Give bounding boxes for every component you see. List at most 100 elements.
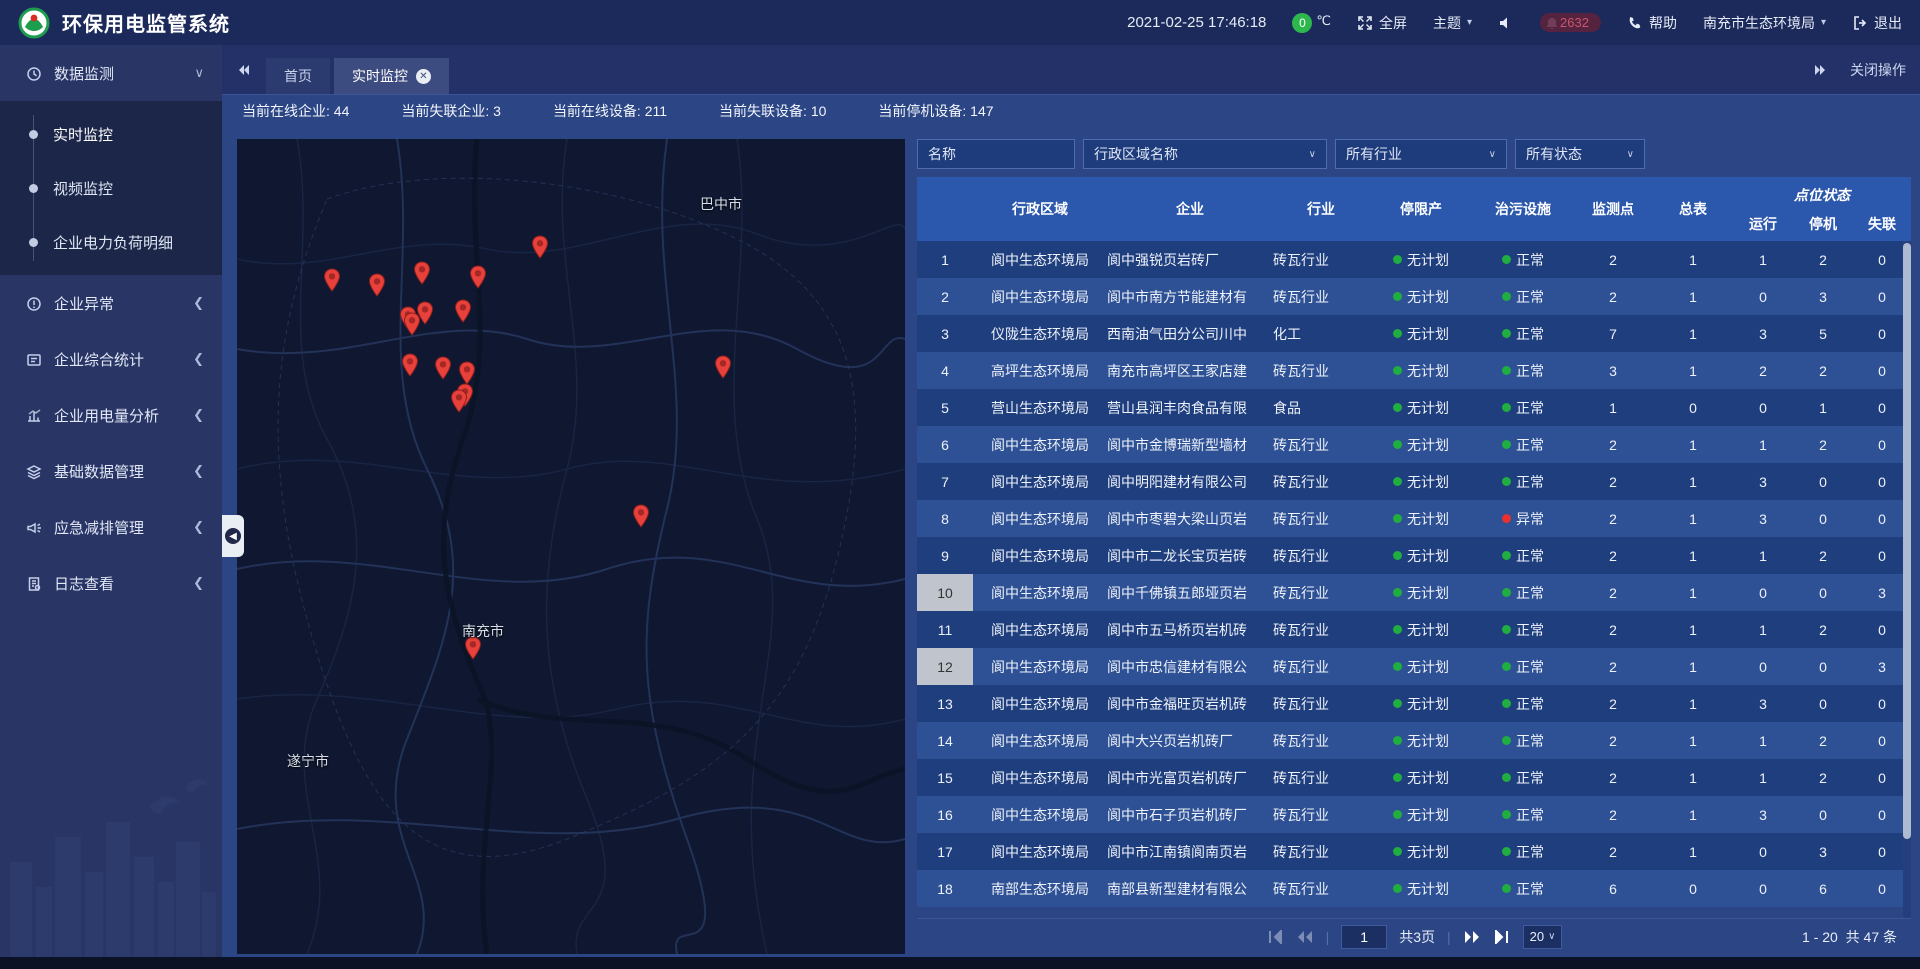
table-row[interactable]: 16阆中生态环境局阆中市石子页岩机砖厂砖瓦行业无计划正常21300 [917,796,1911,833]
table-row[interactable]: 18南部生态环境局南部县新型建材有限公砖瓦行业无计划正常60060 [917,870,1911,907]
tab-close-icon[interactable]: ✕ [416,69,431,84]
row-enterprise-cell[interactable]: 阆中强锐页岩砖厂 [1107,250,1273,270]
close-operations-button[interactable]: 关闭操作 [1850,60,1906,80]
table-row[interactable]: 9阆中生态环境局阆中市二龙长宝页岩砖砖瓦行业无计划正常21120 [917,537,1911,574]
row-enterprise-cell[interactable]: 营山县润丰肉食品有限 [1107,398,1273,418]
row-enterprise-cell[interactable]: 阆中市忠信建材有限公 [1107,657,1273,677]
table-header: 行政区域企业行业停限产治污设施监测点总表点位状态运行停机失联 [917,177,1911,241]
row-region-cell: 阆中生态环境局 [973,731,1107,751]
sidebar-item-企业电力负荷明细[interactable]: 企业电力负荷明细 [0,215,222,269]
map-pin-icon[interactable] [531,235,549,259]
table-row[interactable]: 13阆中生态环境局阆中市金福旺页岩机砖砖瓦行业无计划正常21300 [917,685,1911,722]
region-filter-select[interactable]: 行政区域名称∨ [1083,139,1327,169]
table-row[interactable]: 1阆中生态环境局阆中强锐页岩砖厂砖瓦行业无计划正常21120 [917,241,1911,278]
map-pin-icon[interactable] [454,299,472,323]
row-enterprise-cell[interactable]: 阆中大兴页岩机砖厂 [1107,731,1273,751]
row-region-cell: 阆中生态环境局 [973,250,1107,270]
col-header-停机: 停机 [1793,207,1853,241]
table-row[interactable]: 15阆中生态环境局阆中市光富页岩机砖厂砖瓦行业无计划正常21120 [917,759,1911,796]
mute-button[interactable] [1498,15,1514,31]
fullscreen-button[interactable]: 全屏 [1357,13,1407,33]
map-pin-icon[interactable] [413,261,431,285]
row-index-cell: 1 [917,241,973,278]
table-row[interactable]: 12阆中生态环境局阆中市忠信建材有限公砖瓦行业无计划正常21003 [917,648,1911,685]
tab-label: 首页 [284,66,312,86]
page-number-input[interactable] [1341,925,1387,949]
table-row[interactable]: 2阆中生态环境局阆中市南方节能建材有砖瓦行业无计划正常21030 [917,278,1911,315]
logout-button[interactable]: 退出 [1852,13,1902,33]
table-row[interactable]: 14阆中生态环境局阆中大兴页岩机砖厂砖瓦行业无计划正常21120 [917,722,1911,759]
last-page-button[interactable] [1493,929,1511,945]
sidebar-group-基础数据管理[interactable]: 基础数据管理❮ [0,443,222,499]
row-enterprise-cell[interactable]: 阆中市石子页岩机砖厂 [1107,805,1273,825]
first-page-button[interactable] [1266,929,1284,945]
row-enterprise-cell[interactable]: 阆中市二龙长宝页岩砖 [1107,546,1273,566]
sidebar-group-企业综合统计[interactable]: 企业综合统计❮ [0,331,222,387]
prev-page-button[interactable] [1296,929,1314,945]
map-pin-icon[interactable] [323,268,341,292]
tabs-scroll-right-icon[interactable] [1812,62,1828,78]
map-pin-icon[interactable] [403,312,421,336]
sidebar-group-应急减排管理[interactable]: 应急减排管理❮ [0,499,222,555]
table-row[interactable]: 3仪陇生态环境局西南油气田分公司川中化工无计划正常71350 [917,315,1911,352]
green-status-dot [1502,366,1511,375]
fullscreen-icon [1357,15,1373,31]
sidebar-group-日志查看[interactable]: 日志查看❮ [0,555,222,611]
table-row[interactable]: 5营山生态环境局营山县润丰肉食品有限食品无计划正常10010 [917,389,1911,426]
tab-首页[interactable]: 首页 [266,58,330,94]
theme-dropdown[interactable]: 主题▾ [1433,13,1472,33]
row-region-cell: 阆中生态环境局 [973,694,1107,714]
row-enterprise-cell[interactable]: 阆中市南方节能建材有 [1107,287,1273,307]
row-facility-status-cell: 正常 [1473,324,1573,344]
sidebar-item-实时监控[interactable]: 实时监控 [0,107,222,161]
tabs-scroll-left-icon[interactable] [236,62,252,78]
sidebar-collapse-handle[interactable]: ◀ [222,515,244,557]
scrollbar-thumb[interactable] [1903,243,1911,839]
row-enterprise-cell[interactable]: 阆中市光富页岩机砖厂 [1107,768,1273,788]
row-enterprise-cell[interactable]: 南充市高坪区王家店建 [1107,361,1273,381]
row-enterprise-cell[interactable]: 阆中市江南镇阆南页岩 [1107,842,1273,862]
sidebar-item-视频监控[interactable]: 视频监控 [0,161,222,215]
notification-badge[interactable]: 2632 [1540,13,1601,32]
user-dropdown[interactable]: 南充市生态环境局▾ [1703,13,1826,33]
row-enterprise-cell[interactable]: 阆中市金博瑞新型墙材 [1107,435,1273,455]
green-status-dot [1393,625,1402,634]
row-region-cell: 阆中生态环境局 [973,768,1107,788]
table-row[interactable]: 7阆中生态环境局阆中明阳建材有限公司砖瓦行业无计划正常21300 [917,463,1911,500]
map-panel[interactable]: 巴中市南充市遂宁市 [237,139,905,954]
page-size-select[interactable]: 20∨ [1523,925,1563,949]
next-page-button[interactable] [1463,929,1481,945]
table-row[interactable]: 17阆中生态环境局阆中市江南镇阆南页岩砖瓦行业无计划正常21030 [917,833,1911,870]
name-filter-input[interactable] [928,146,1064,162]
table-row[interactable]: 10阆中生态环境局阆中千佛镇五郎垭页岩砖瓦行业无计划正常21003 [917,574,1911,611]
row-enterprise-cell[interactable]: 西南油气田分公司川中 [1107,324,1273,344]
map-pin-icon[interactable] [632,504,650,528]
tab-实时监控[interactable]: 实时监控✕ [334,58,449,94]
sidebar-group-数据监测[interactable]: 数据监测∨ [0,45,222,101]
row-monitor-count: 2 [1573,585,1653,601]
sidebar-group-企业用电量分析[interactable]: 企业用电量分析❮ [0,387,222,443]
status-filter-select[interactable]: 所有状态∨ [1515,139,1645,169]
row-enterprise-cell[interactable]: 阆中市金福旺页岩机砖 [1107,694,1273,714]
row-enterprise-cell[interactable]: 南部县新型建材有限公 [1107,879,1273,899]
map-pin-icon[interactable] [469,265,487,289]
row-total-meter-count: 1 [1653,289,1733,305]
help-button[interactable]: 帮助 [1627,13,1677,33]
sidebar-group-企业异常[interactable]: 企业异常❮ [0,275,222,331]
table-row[interactable]: 4高坪生态环境局南充市高坪区王家店建砖瓦行业无计划正常31220 [917,352,1911,389]
map-pin-icon[interactable] [434,356,452,380]
map-pin-icon[interactable] [368,273,386,297]
table-row[interactable]: 6阆中生态环境局阆中市金博瑞新型墙材砖瓦行业无计划正常21120 [917,426,1911,463]
row-enterprise-cell[interactable]: 阆中市枣碧大梁山页岩 [1107,509,1273,529]
row-enterprise-cell[interactable]: 阆中市五马桥页岩机砖 [1107,620,1273,640]
industry-filter-select[interactable]: 所有行业∨ [1335,139,1507,169]
row-enterprise-cell[interactable]: 阆中千佛镇五郎垭页岩 [1107,583,1273,603]
table-row[interactable]: 11阆中生态环境局阆中市五马桥页岩机砖砖瓦行业无计划正常21120 [917,611,1911,648]
table-scrollbar[interactable] [1903,241,1911,918]
map-pin-icon[interactable] [714,355,732,379]
table-row[interactable]: 8阆中生态环境局阆中市枣碧大梁山页岩砖瓦行业无计划异常21300 [917,500,1911,537]
row-enterprise-cell[interactable]: 阆中明阳建材有限公司 [1107,472,1273,492]
map-pin-icon[interactable] [450,389,468,413]
map-pin-icon[interactable] [401,353,419,377]
map-pin-icon[interactable] [458,361,476,385]
